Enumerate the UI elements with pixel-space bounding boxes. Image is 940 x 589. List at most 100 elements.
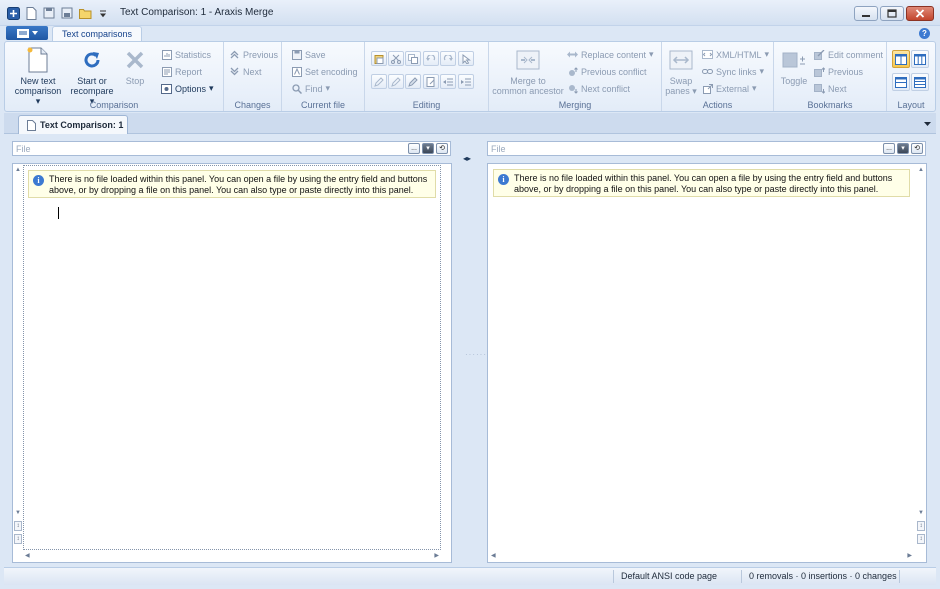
pencil-add-icon[interactable] xyxy=(371,74,387,89)
info-icon: i xyxy=(33,175,44,186)
three-way-layout-icon[interactable] xyxy=(911,50,929,68)
left-file-input[interactable] xyxy=(13,142,408,155)
save-icon xyxy=(291,49,302,60)
app-icon[interactable] xyxy=(6,6,20,20)
right-file-input[interactable] xyxy=(488,142,883,155)
report-icon xyxy=(161,66,172,77)
left-file-dropdown-button[interactable]: ▾ xyxy=(422,143,434,154)
merge-to-common-ancestor-button[interactable]: Merge to common ancestor xyxy=(491,46,565,96)
left-edit-area[interactable]: i There is no file loaded within this pa… xyxy=(23,165,441,550)
save-icon[interactable] xyxy=(42,6,56,20)
save-button[interactable]: Save xyxy=(291,48,326,61)
bookmark-up-icon xyxy=(814,66,825,77)
swap-sides-icon[interactable]: ◂▸ xyxy=(463,154,471,163)
outdent-icon[interactable] xyxy=(440,74,456,89)
encoding-status: Default ANSI code page xyxy=(621,571,718,581)
pane-splitter[interactable]: ······ xyxy=(465,350,487,359)
statistics-button[interactable]: Statistics xyxy=(161,48,211,61)
right-previous-line-button[interactable]: ↕ xyxy=(917,521,925,531)
merge-icon xyxy=(514,46,542,74)
edit-mark-icon[interactable] xyxy=(405,74,421,89)
new-file-icon[interactable] xyxy=(24,6,38,20)
group-label-layout: Layout xyxy=(897,100,925,110)
right-reload-button[interactable]: ⟲ xyxy=(911,143,923,154)
left-previous-line-button[interactable]: ↕ xyxy=(14,521,22,531)
tab-text-comparisons[interactable]: Text comparisons xyxy=(52,26,143,42)
start-recompare-button[interactable]: Start or recompare ▾ xyxy=(67,46,117,106)
set-encoding-button[interactable]: Set encoding xyxy=(291,65,358,78)
new-document-icon xyxy=(24,46,52,74)
swap-panes-button[interactable]: Swap panes ▾ xyxy=(664,46,698,96)
select-cursor-icon[interactable] xyxy=(458,51,474,66)
close-button[interactable] xyxy=(906,6,934,21)
xml-html-button[interactable]: XML/HTML ▾ xyxy=(702,48,769,61)
application-menu-button[interactable] xyxy=(6,26,48,40)
right-vertical-scrollbar[interactable]: ▲ ▼ ↕ ↕ xyxy=(916,165,926,550)
document-icon xyxy=(27,119,36,131)
scroll-right-icon: ▶ xyxy=(434,553,439,559)
right-text-panel[interactable]: i There is no file loaded within this pa… xyxy=(487,163,927,563)
open-folder-icon[interactable] xyxy=(78,6,92,20)
tab-list-dropdown-icon[interactable] xyxy=(924,119,931,129)
edit-comment-button[interactable]: Edit comment xyxy=(814,48,883,61)
restore-button[interactable] xyxy=(880,6,904,21)
right-file-box: ... ▾ ⟲ xyxy=(487,141,926,156)
left-browse-button[interactable]: ... xyxy=(408,143,420,154)
restore-icon xyxy=(887,9,897,18)
xml-icon xyxy=(702,49,713,60)
help-icon[interactable]: ? xyxy=(919,28,930,39)
left-vertical-scrollbar[interactable]: ▲ ▼ ↕ ↕ xyxy=(13,165,23,550)
next-change-button[interactable]: Next xyxy=(229,65,262,78)
left-next-line-button[interactable]: ↕ xyxy=(14,534,22,544)
options-button[interactable]: Options ▾ xyxy=(161,82,214,95)
indent-icon[interactable] xyxy=(458,74,474,89)
right-info-message: i There is no file loaded within this pa… xyxy=(493,169,910,197)
two-way-layout-icon[interactable] xyxy=(892,50,910,68)
scroll-up-icon: ▲ xyxy=(918,167,924,173)
menu-icon xyxy=(16,28,29,38)
status-bar: Default ANSI code page 0 removals · 0 in… xyxy=(4,567,936,585)
options-icon xyxy=(161,83,172,94)
find-button[interactable]: Find ▾ xyxy=(291,82,330,95)
copy-icon[interactable] xyxy=(405,51,421,66)
right-horizontal-scrollbar[interactable]: ◀ ▶ xyxy=(489,551,914,561)
previous-conflict-button[interactable]: Previous conflict xyxy=(567,65,647,78)
group-comparison: New text comparison ▾ Start or recompare… xyxy=(5,42,224,111)
title-bar: Text Comparison: 1 - Araxis Merge xyxy=(0,0,940,26)
undo-icon[interactable] xyxy=(423,51,439,66)
customize-dropdown-icon[interactable] xyxy=(96,6,110,20)
minimize-icon xyxy=(862,14,870,17)
left-text-panel[interactable]: ▲ ▼ ↕ ↕ i There is no file loaded within… xyxy=(12,163,452,563)
horizontal-layout-icon[interactable] xyxy=(892,73,910,91)
next-bookmark-button[interactable]: Next xyxy=(814,82,847,95)
quick-access-toolbar xyxy=(6,6,110,20)
external-icon xyxy=(702,83,713,94)
paste-icon[interactable] xyxy=(371,51,387,66)
toggle-bookmark-button[interactable]: Toggle xyxy=(776,46,812,86)
document-edit-icon[interactable] xyxy=(423,74,439,89)
left-horizontal-scrollbar[interactable]: ◀ ▶ xyxy=(23,551,441,561)
replace-content-button[interactable]: Replace content ▾ xyxy=(567,48,654,61)
previous-change-button[interactable]: Previous xyxy=(229,48,278,61)
pencil-remove-icon[interactable] xyxy=(388,74,404,89)
encoding-icon xyxy=(291,66,302,77)
stacked-layout-icon[interactable] xyxy=(911,73,929,91)
cut-icon[interactable] xyxy=(388,51,404,66)
report-button[interactable]: Report xyxy=(161,65,202,78)
next-conflict-button[interactable]: Next conflict xyxy=(567,82,630,95)
tab-text-comparison-1[interactable]: Text Comparison: 1 xyxy=(18,115,128,134)
save-all-icon[interactable] xyxy=(60,6,74,20)
redo-icon[interactable] xyxy=(440,51,456,66)
link-icon xyxy=(702,66,713,77)
minimize-button[interactable] xyxy=(854,6,878,21)
stop-button[interactable]: Stop xyxy=(119,46,151,86)
right-file-dropdown-button[interactable]: ▾ xyxy=(897,143,909,154)
right-next-line-button[interactable]: ↕ xyxy=(917,534,925,544)
external-button[interactable]: External ▾ xyxy=(702,82,757,95)
previous-bookmark-button[interactable]: Previous xyxy=(814,65,863,78)
new-text-comparison-button[interactable]: New text comparison ▾ xyxy=(12,46,64,106)
right-edit-area[interactable]: i There is no file loaded within this pa… xyxy=(489,165,914,550)
sync-links-button[interactable]: Sync links ▾ xyxy=(702,65,764,78)
left-reload-button[interactable]: ⟲ xyxy=(436,143,448,154)
right-browse-button[interactable]: ... xyxy=(883,143,895,154)
